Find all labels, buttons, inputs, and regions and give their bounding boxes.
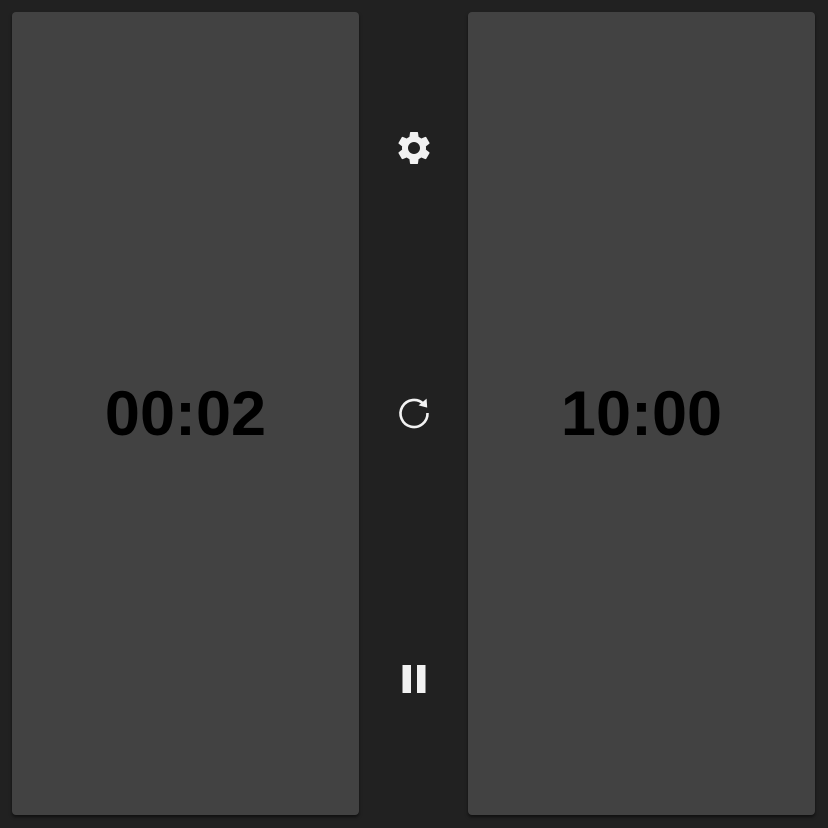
pause-button[interactable] [390,655,438,703]
gear-icon [394,128,434,168]
player-right-clock[interactable]: 10:00 [468,12,815,815]
player-right-time: 10:00 [560,379,723,449]
pause-icon [401,664,427,694]
settings-button[interactable] [390,124,438,172]
reset-button[interactable] [390,389,438,437]
player-left-time: 00:02 [104,379,267,449]
refresh-icon [393,392,435,434]
player-left-clock[interactable]: 00:02 [12,12,359,815]
